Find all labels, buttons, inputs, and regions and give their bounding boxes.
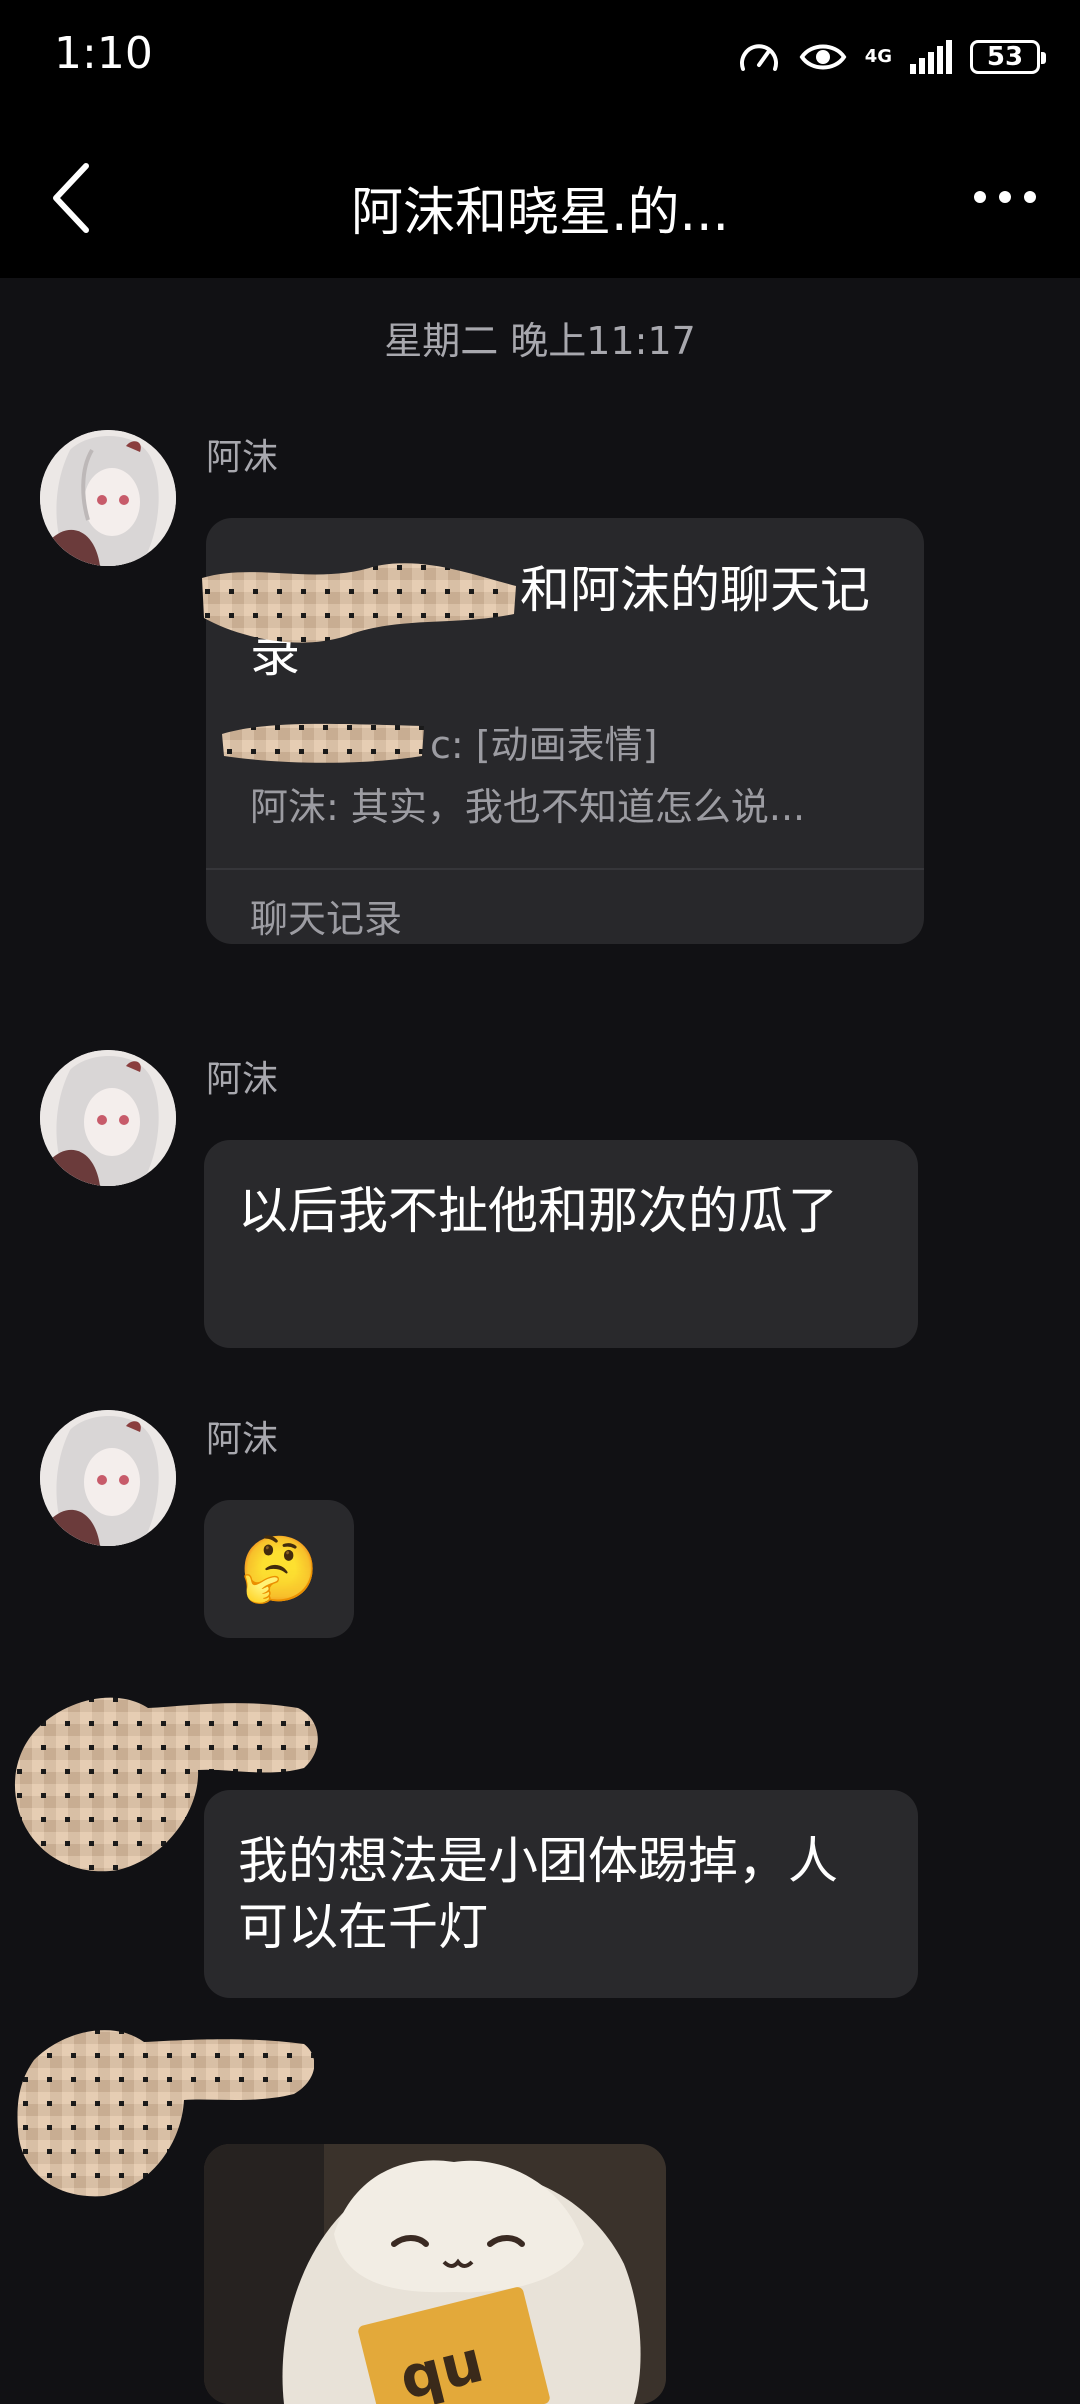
network-indicator: 4G [865, 48, 892, 66]
avatar-image [40, 430, 176, 566]
sender-name: 阿沫 [206, 437, 279, 478]
redaction-mosaic [222, 723, 424, 763]
chat-header: 阿沫和晓星.的... [0, 120, 1080, 278]
message-text: 以后我不扯他和那次的瓜了 [238, 1182, 838, 1240]
network-label: 4G [864, 46, 892, 67]
status-time: 1:10 [54, 28, 153, 79]
more-options-icon[interactable] [970, 182, 1040, 212]
eye-icon [799, 44, 847, 70]
forward-preview-line-2: 阿沫: 其实，我也不知道怎么说... [250, 785, 806, 829]
message-text: 我的想法是小团体踢掉，人可以在千灯 [238, 1832, 838, 1956]
signal-icon [910, 40, 952, 74]
sender-name: 阿沫 [206, 1419, 279, 1460]
avatar[interactable] [40, 1410, 176, 1546]
avatar[interactable] [40, 430, 176, 566]
forward-footer: 聊天记录 [250, 897, 403, 941]
avatar-image [40, 1410, 176, 1546]
speedometer-icon [739, 44, 778, 71]
battery-level: 53 [986, 42, 1024, 72]
message-bubble[interactable]: 我的想法是小团体踢掉，人可以在千灯 [204, 1790, 918, 1998]
avatar[interactable] [40, 1050, 176, 1186]
thinking-face-emoji: 🤔 [239, 1532, 319, 1607]
sender-name: 阿沫 [206, 1059, 279, 1100]
forward-line-1-text: c: [动画表情] [430, 723, 658, 767]
battery-icon: 53 [970, 40, 1046, 74]
avatar-image [40, 1050, 176, 1186]
message-bubble[interactable]: 以后我不扯他和那次的瓜了 [204, 1140, 918, 1348]
card-divider [206, 868, 924, 870]
message-timestamp: 星期二 晚上11:17 [384, 319, 696, 363]
redaction-mosaic [202, 563, 516, 643]
emoji-message-bubble[interactable]: 🤔 [204, 1500, 354, 1638]
status-icons: 4G 53 [737, 32, 1046, 82]
status-bar: 1:10 4G 53 [0, 0, 1080, 120]
sticker-plush-image: qu [204, 2144, 666, 2404]
chat-title: 阿沫和晓星.的... [350, 183, 730, 243]
sticker-image[interactable]: qu [204, 2144, 666, 2404]
